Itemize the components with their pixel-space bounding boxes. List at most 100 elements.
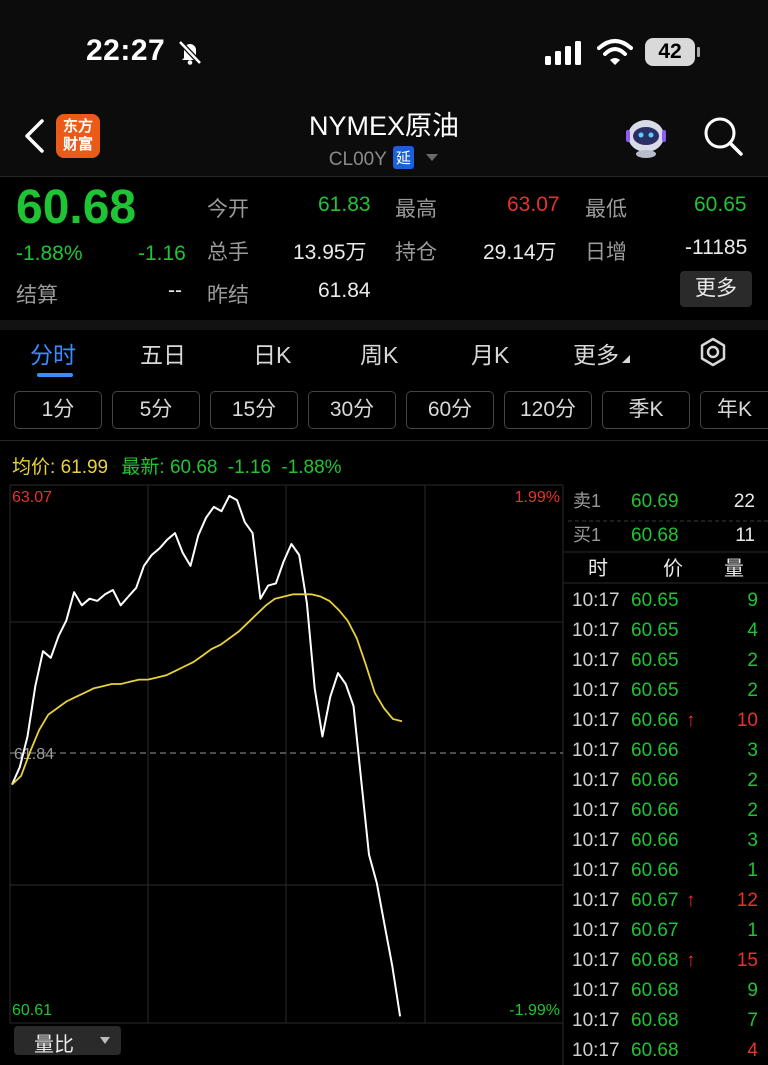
ask-label: 卖1	[573, 491, 601, 511]
tick-time: 10:17	[572, 740, 620, 761]
tick-volume: 2	[747, 770, 758, 791]
open-label: 今开	[207, 198, 249, 221]
period-120min[interactable]: 120分	[504, 391, 592, 429]
tab-more-label: 更多	[573, 342, 619, 368]
tick-time: 10:17	[572, 770, 620, 791]
daily-increase-value: -11185	[685, 236, 748, 259]
tick-price: 60.66	[631, 740, 679, 761]
period-5min[interactable]: 5分	[112, 391, 200, 429]
tick-volume: 2	[747, 650, 758, 671]
low-value: 60.65	[694, 193, 747, 216]
status-time: 22:27	[86, 34, 166, 67]
tick-time: 10:17	[572, 710, 620, 731]
bid-label: 买1	[573, 525, 601, 545]
daily-increase-label: 日增	[585, 241, 627, 264]
battery-cap	[697, 47, 700, 57]
period-30min[interactable]: 30分	[308, 391, 396, 429]
ticks-header-time: 时	[588, 557, 608, 580]
ask-price: 60.69	[631, 491, 679, 512]
high-label: 最高	[395, 198, 437, 221]
dropdown-caret-icon	[100, 1037, 110, 1044]
tick-row: 10:17 60.67 1	[572, 920, 758, 941]
axis-top-pct: 1.99%	[515, 489, 560, 506]
tick-volume: 2	[747, 800, 758, 821]
tick-price: 60.67	[631, 890, 679, 911]
tick-row: 10:17 60.67 ↑ 12	[572, 890, 758, 911]
tick-up-arrow: ↑	[686, 890, 696, 911]
tick-volume: 4	[747, 620, 758, 641]
tick-price: 60.66	[631, 830, 679, 851]
tick-price: 60.68	[631, 950, 679, 971]
dropdown-caret-icon	[426, 154, 439, 161]
tick-price: 60.68	[631, 1010, 679, 1031]
tick-volume: 4	[747, 1040, 758, 1061]
robot-avatar-icon[interactable]	[622, 112, 670, 158]
period-1min[interactable]: 1分	[14, 391, 102, 429]
prev-settle-value: 61.84	[318, 279, 371, 302]
tab-five-day[interactable]: 五日	[140, 336, 186, 370]
dropdown-caret-icon	[622, 355, 630, 363]
more-button[interactable]: 更多	[680, 271, 752, 307]
tick-row: 10:17 60.66 2	[572, 770, 758, 791]
tab-more[interactable]: 更多	[573, 336, 630, 370]
tick-row: 10:17 60.65 2	[572, 680, 758, 701]
tick-time: 10:17	[572, 800, 620, 821]
search-icon[interactable]	[701, 114, 745, 158]
tick-price: 60.66	[631, 800, 679, 821]
period-quarter-k[interactable]: 季K	[602, 391, 690, 429]
contract-code: CL00Y	[328, 149, 387, 170]
tick-time: 10:17	[572, 860, 620, 881]
tick-volume: 7	[747, 1010, 758, 1031]
tick-row: 10:17 60.66 ↑ 10	[572, 710, 758, 731]
tick-volume: 9	[747, 980, 758, 1001]
tick-price: 60.68	[631, 980, 679, 1001]
tick-up-arrow: ↑	[686, 710, 696, 731]
tab-monthly-k[interactable]: 月K	[471, 336, 509, 370]
tick-time: 10:17	[572, 980, 620, 1001]
volume-value: 13.95万	[293, 241, 367, 264]
tick-volume: 1	[747, 860, 758, 881]
tab-daily-k[interactable]: 日K	[253, 336, 291, 370]
axis-mid-price: 61.84	[14, 746, 54, 763]
battery-indicator: 42	[645, 38, 695, 66]
tab-weekly-k[interactable]: 周K	[360, 336, 398, 370]
tick-row: 10:17 60.66 3	[572, 830, 758, 851]
delay-badge: 延	[392, 146, 414, 169]
tick-volume: 9	[747, 590, 758, 611]
axis-bottom-pct: -1.99%	[509, 1002, 560, 1019]
tick-volume: 10	[737, 710, 758, 731]
prev-settle-label: 昨结	[207, 284, 249, 307]
tick-time: 10:17	[572, 830, 620, 851]
average-price-line	[11, 593, 403, 786]
period-15min[interactable]: 15分	[210, 391, 298, 429]
tick-time: 10:17	[572, 620, 620, 641]
tick-price: 60.66	[631, 710, 679, 731]
tick-row: 10:17 60.65 4	[572, 620, 758, 641]
bid-volume: 11	[735, 525, 755, 546]
tab-intraday[interactable]: 分时	[30, 336, 76, 370]
tick-time: 10:17	[572, 1010, 620, 1031]
bid-price: 60.68	[631, 525, 679, 546]
tick-row: 10:17 60.68 9	[572, 980, 758, 1001]
intraday-chart[interactable]: 63.07 60.61 61.84 1.99% -1.99% 卖1 60.69 …	[0, 440, 768, 1065]
tick-volume: 3	[747, 830, 758, 851]
change-percent: -1.88%	[16, 242, 83, 265]
section-spacer	[0, 320, 768, 330]
gear-icon[interactable]	[697, 336, 729, 368]
volume-ratio-label: 量比	[34, 1034, 74, 1056]
tick-list: 10:17 60.65 9 10:17 60.65 4 10:17 60.65 2 10:17 60…	[572, 590, 758, 1061]
axis-bottom-price: 60.61	[12, 1002, 52, 1019]
high-value: 63.07	[507, 193, 560, 216]
order-book: 卖1 60.69 22 买1 60.68 11 时 价 量	[563, 491, 768, 584]
period-60min[interactable]: 60分	[406, 391, 494, 429]
ticks-header-price: 价	[663, 558, 683, 580]
tick-row: 10:17 60.68 7	[572, 1010, 758, 1031]
tick-row: 10:17 60.65 2	[572, 650, 758, 671]
period-year-k[interactable]: 年K	[700, 391, 768, 429]
tick-time: 10:17	[572, 1040, 620, 1061]
tick-row: 10:17 60.68 4	[572, 1040, 758, 1061]
tick-time: 10:17	[572, 920, 620, 941]
volume-ratio-selector[interactable]: 量比	[14, 1026, 121, 1056]
tick-volume: 2	[747, 680, 758, 701]
tick-row: 10:17 60.65 9	[572, 590, 758, 611]
